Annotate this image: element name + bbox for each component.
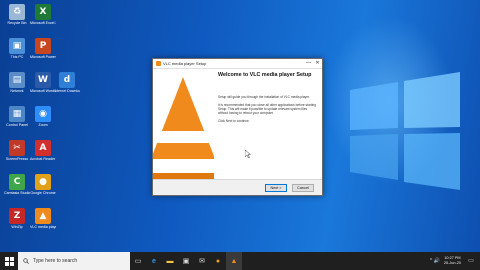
vlc-icon	[156, 61, 161, 66]
desktop-icon-label: Internet Download Manager	[54, 89, 80, 93]
desktop-icon-label: VLC media player	[30, 225, 56, 229]
app-icon: A	[35, 140, 51, 156]
mouse-cursor-icon	[245, 150, 251, 158]
desktop-icon[interactable]: WMicrosoft Word 2010	[30, 72, 56, 93]
desktop-icon[interactable]: ● Google Chrome	[30, 174, 56, 195]
app-icon: ▤	[9, 72, 25, 88]
app-icon: Z	[9, 208, 25, 224]
app-icon: ◉	[35, 106, 51, 122]
app-icon: P	[35, 38, 51, 54]
desktop-icon-label: Camtasia Studio	[4, 191, 30, 195]
desktop-icon[interactable]: C Camtasia Studio	[4, 174, 30, 195]
dialog-content: Welcome to VLC media player Setup Setup …	[153, 69, 322, 179]
desktop-icon-label: Acrobat Reader DC	[30, 157, 56, 161]
desktop-icon-label: ScreenPresso	[5, 157, 29, 161]
continue-paragraph: Click Next to continue.	[218, 119, 250, 123]
desktop-icon-label: This PC	[10, 55, 24, 59]
desktop-icon[interactable]: AAcrobat Reader DC	[30, 140, 56, 161]
edge-browser-icon[interactable]: e	[146, 252, 162, 270]
desktop-icon[interactable]: ▦ Control Panel	[4, 106, 30, 127]
mail-icon[interactable]: ✉	[194, 252, 210, 270]
desktop-icon[interactable]: Z WinZip	[4, 208, 30, 229]
desktop-icon[interactable]: ▣ This PC	[4, 38, 30, 59]
app-icon: ✂	[9, 140, 25, 156]
desktop-icon-label: Network	[10, 89, 24, 93]
dialog-text-area: Welcome to VLC media player Setup Setup …	[214, 69, 322, 179]
app-icon: X	[35, 4, 51, 20]
recommendation-paragraph: It is recommended that you close all oth…	[218, 103, 316, 115]
windows-start-icon	[4, 256, 14, 266]
clock-date: 25-Jun-20	[443, 261, 461, 265]
windows-logo-wallpaper	[350, 72, 460, 190]
dialog-heading: Welcome to VLC media player Setup	[218, 72, 312, 78]
clock[interactable]: 10:27 PM 25-Jun-20	[444, 256, 461, 265]
desktop-icon[interactable]: XMicrosoft Excel 2010	[30, 4, 56, 25]
vlc-cone-banner	[153, 69, 214, 179]
app-icon: ▦	[9, 106, 25, 122]
tray-icons[interactable]: ^ 🔊	[430, 258, 440, 264]
notifications-icon[interactable]: ▭	[466, 256, 476, 266]
app-icon: C	[9, 174, 25, 190]
close-button[interactable]: ✕	[313, 59, 322, 68]
chrome-icon[interactable]: ●	[210, 252, 226, 270]
app-icon: ♻	[9, 4, 25, 20]
desktop-icon[interactable]: ✂ ScreenPresso	[4, 140, 30, 161]
taskbar-search-box[interactable]: Type here to search	[18, 252, 130, 270]
desktop-icon[interactable]: ▤ Network	[4, 72, 30, 93]
desktop: ♻Recycle BinXMicrosoft Excel 2010▣This P…	[0, 0, 480, 252]
minimize-button[interactable]: —	[304, 59, 313, 68]
app-icon: d	[59, 72, 75, 88]
app-icon: ▣	[9, 38, 25, 54]
desktop-icon-label: Recycle Bin	[7, 21, 27, 25]
desktop-icon[interactable]: dInternet Download Manager	[54, 72, 80, 93]
desktop-icon-label: Google Chrome	[30, 191, 56, 195]
search-icon	[23, 258, 29, 264]
system-tray: ^ 🔊 10:27 PM 25-Jun-20 ▭	[430, 252, 476, 270]
app-icon: ▲	[35, 208, 51, 224]
task-view-icon[interactable]: ▭	[130, 252, 146, 270]
vlc-cone-icon	[153, 69, 214, 179]
desktop-icon-label: WinZip	[11, 225, 23, 229]
dialog-footer: Next > Cancel	[153, 179, 322, 195]
start-button[interactable]	[0, 252, 18, 270]
vlc-setup-dialog: VLC media player Setup — ✕ Welcome to VL…	[152, 58, 323, 196]
desktop-icon-label: Control Panel	[6, 123, 28, 127]
taskbar: Type here to search ▭ e ▬ ▣ ✉ ● ▲ ^ 🔊 10…	[0, 252, 480, 270]
desktop-icon[interactable]: ▲ VLC media player	[30, 208, 56, 229]
intro-paragraph: Setup will guide you through the install…	[218, 95, 310, 99]
desktop-icon-label: Zoom	[38, 123, 48, 127]
search-placeholder: Type here to search	[33, 258, 78, 264]
desktop-icon[interactable]: ♻ Recycle Bin	[4, 4, 30, 25]
cancel-button[interactable]: Cancel	[292, 183, 314, 192]
desktop-icon-label: Microsoft PowerPoint 2010	[30, 55, 56, 59]
store-icon[interactable]: ▣	[178, 252, 194, 270]
desktop-icon-label: Microsoft Excel 2010	[30, 21, 56, 25]
vlc-taskbar-icon[interactable]: ▲	[226, 252, 242, 270]
app-icon: W	[35, 72, 51, 88]
dialog-titlebar[interactable]: VLC media player Setup — ✕	[153, 59, 322, 69]
app-icon: ●	[35, 174, 51, 190]
desktop-icon-label: Microsoft Word 2010	[30, 89, 56, 93]
next-button[interactable]: Next >	[265, 183, 287, 192]
desktop-icon[interactable]: PMicrosoft PowerPoint 2010	[30, 38, 56, 59]
desktop-icon[interactable]: ◉ Zoom	[30, 106, 56, 127]
dialog-title: VLC media player Setup	[163, 61, 207, 66]
file-explorer-icon[interactable]: ▬	[162, 252, 178, 270]
